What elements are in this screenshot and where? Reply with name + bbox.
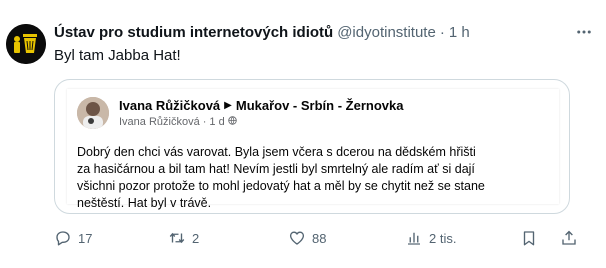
- post-avatar: [77, 97, 109, 129]
- bookmark-button[interactable]: [520, 228, 538, 248]
- post-body: Dobrý den chci vás varovat. Byla jsem vč…: [77, 144, 487, 212]
- share-button[interactable]: [560, 228, 578, 248]
- more-icon[interactable]: [572, 20, 596, 44]
- like-count: 88: [312, 230, 327, 246]
- embedded-screenshot[interactable]: Ivana Růžičková ▶ Mukařov - Srbín - Žern…: [54, 79, 570, 214]
- quoted-facebook-post: Ivana Růžičková ▶ Mukařov - Srbín - Žern…: [67, 89, 559, 210]
- tweet-text: Byl tam Jabba Hat!: [54, 47, 181, 64]
- globe-icon: [227, 116, 237, 128]
- share-icon: [560, 229, 578, 247]
- like-icon: [288, 229, 306, 247]
- author-name[interactable]: Ústav pro studium internetových idiotů: [54, 24, 333, 41]
- post-group: Mukařov - Srbín - Žernovka: [235, 98, 404, 113]
- post-author: Ivana Růžičková: [119, 98, 221, 113]
- timestamp[interactable]: 1 h: [449, 24, 470, 41]
- reply-count: 17: [78, 230, 93, 246]
- arrow-right-icon: ▶: [224, 100, 232, 111]
- views-count: 2 tis.: [429, 230, 457, 246]
- tweet-header: Ústav pro studium internetových idiotů @…: [54, 24, 566, 44]
- views-button[interactable]: 2 tis.: [405, 228, 456, 248]
- reply-button[interactable]: 17: [54, 228, 92, 248]
- repost-count: 2: [192, 230, 200, 246]
- post-body-text: Dobrý den chci vás varovat. Byla jsem vč…: [77, 145, 485, 210]
- separator-dot: ·: [439, 24, 445, 41]
- repost-button[interactable]: 2: [168, 228, 199, 248]
- reply-icon: [54, 229, 72, 247]
- repost-icon: [168, 229, 186, 247]
- post-sub-time: 1 d: [209, 116, 225, 128]
- action-bar: 17 2 88 2 tis.: [54, 228, 594, 248]
- tweet[interactable]: Ústav pro studium internetových idiotů @…: [0, 0, 606, 268]
- author-handle[interactable]: @idyotinstitute: [337, 24, 436, 41]
- views-icon: [405, 229, 423, 247]
- post-sub-author: Ivana Růžičková: [119, 116, 200, 128]
- post-header: Ivana Růžičková ▶ Mukařov - Srbín - Žern…: [119, 98, 403, 113]
- bookmark-icon: [520, 229, 538, 247]
- post-sub-separator: ·: [202, 116, 207, 128]
- like-button[interactable]: 88: [288, 228, 326, 248]
- post-subheader: Ivana Růžičková · 1 d: [119, 116, 237, 128]
- avatar[interactable]: [6, 24, 46, 64]
